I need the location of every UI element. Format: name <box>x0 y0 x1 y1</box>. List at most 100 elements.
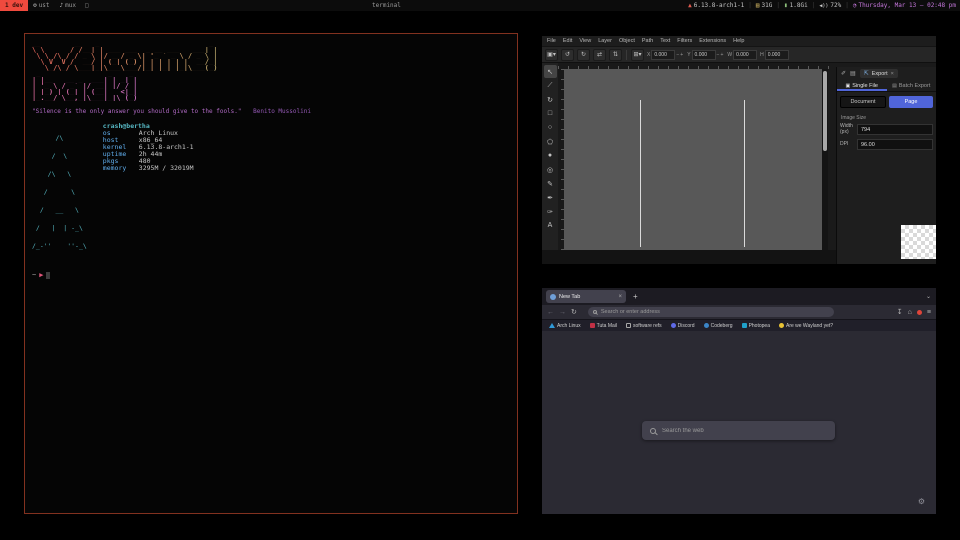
drawn-vertical-line[interactable] <box>744 100 745 247</box>
prompt-path: ~ <box>32 271 36 279</box>
forward-button[interactable]: → <box>559 309 566 316</box>
y-stepper[interactable]: −+ <box>717 52 725 58</box>
web-search-box[interactable] <box>642 421 835 440</box>
gear-icon: ⚙ <box>33 0 37 11</box>
web-search-input[interactable] <box>662 428 827 434</box>
prompt-arrow-icon: ▶ <box>39 271 43 279</box>
x-coordinate-field[interactable]: X 0.000 −+ <box>647 50 684 60</box>
downloads-icon[interactable]: ↧ <box>897 308 903 316</box>
drawn-vertical-line[interactable] <box>640 100 641 247</box>
newtab-settings-gear-icon[interactable]: ⚙ <box>918 497 925 506</box>
bookmark-folder-software-refs[interactable]: software refs <box>626 323 662 329</box>
volume-module: ◀)) 72% <box>819 2 841 9</box>
single-file-tab[interactable]: ▣ Single File <box>837 80 887 91</box>
bookmark-arch-linux[interactable]: Arch Linux <box>549 323 581 329</box>
rotate-ccw-button[interactable]: ↺ <box>561 49 574 61</box>
tool-node-icon[interactable]: ⟋ <box>544 79 557 92</box>
tool-pen-icon[interactable]: ✒ <box>544 191 557 204</box>
document-button[interactable]: Document <box>840 96 886 108</box>
inkscape-window: File Edit View Layer Object Path Text Fi… <box>542 36 936 264</box>
tool-select-icon[interactable]: ↖ <box>544 65 557 78</box>
close-icon[interactable]: × <box>891 71 894 77</box>
navbar-actions: ↧ ⌂ ≡ <box>897 308 931 316</box>
back-button[interactable]: ← <box>547 309 554 316</box>
bookmark-discord[interactable]: Discord <box>671 323 695 329</box>
export-width-label: Width (px) <box>840 124 854 135</box>
menu-path[interactable]: Path <box>642 38 653 44</box>
toolbox: ↖ ⟋ ↻ □ ○ ⬠ ● ◎ ✎ ✒ ✑ A <box>542 63 558 250</box>
height-field[interactable]: H 0.000 <box>760 50 789 60</box>
separator: | <box>776 2 780 9</box>
flip-vertical-button[interactable]: ⇅ <box>609 49 622 61</box>
reload-button[interactable]: ↻ <box>571 308 577 316</box>
bookmark-codeberg[interactable]: Codeberg <box>704 323 733 329</box>
select-mode-dropdown[interactable]: ▣▾ <box>545 49 558 61</box>
workspace-tag-ust[interactable]: ⚙ ust <box>28 0 54 11</box>
arch-ascii-logo: /\ / \ /\ \ / \ / __ \ / | | -_\ /_-'' '… <box>32 123 87 261</box>
tool-3dbox-icon[interactable]: ● <box>544 149 557 162</box>
menu-text[interactable]: Text <box>660 38 670 44</box>
tool-options-bar: ▣▾ ↺ ↻ ⇄ ⇅ ⊞▾ X 0.000 −+ Y 0.000 −+ W 0.… <box>542 46 936 63</box>
tab-new-tab[interactable]: New Tab × <box>546 290 626 303</box>
volume-level: 72% <box>830 2 841 9</box>
menu-object[interactable]: Object <box>619 38 635 44</box>
tool-rectangle-icon[interactable]: □ <box>544 107 557 120</box>
menu-help[interactable]: Help <box>733 38 744 44</box>
bookmark-photopea[interactable]: Photopea <box>742 323 770 329</box>
menu-edit[interactable]: Edit <box>563 38 572 44</box>
menu-layer[interactable]: Layer <box>598 38 612 44</box>
url-bar[interactable] <box>588 307 834 317</box>
canvas-vertical-scrollbar[interactable] <box>822 69 828 250</box>
dpi-row: DPI <box>837 137 936 152</box>
kernel-module: ▲ 6.13.8-arch1-1 <box>688 2 744 9</box>
export-width-input[interactable] <box>857 124 933 135</box>
scrollbar-thumb[interactable] <box>823 71 827 151</box>
tab-overflow-chevron-icon[interactable]: ⌄ <box>926 293 931 300</box>
workspace-tag-dev[interactable]: 1 dev <box>0 0 28 11</box>
layers-dock-icon[interactable]: ▤ <box>850 70 856 77</box>
tab-close-icon[interactable]: × <box>618 294 622 300</box>
layout-icon[interactable]: □ <box>85 2 89 9</box>
batch-export-tab[interactable]: ▤ Batch Export <box>887 80 937 91</box>
fetch-info: crash@bertha osArch Linux hostx86_64 ker… <box>103 123 194 261</box>
tool-calligraphy-icon[interactable]: ✑ <box>544 205 557 218</box>
flip-horizontal-button[interactable]: ⇄ <box>593 49 606 61</box>
extension-ublock-icon[interactable] <box>917 310 922 315</box>
workspace-tag-mux[interactable]: ♪ mux <box>55 0 81 11</box>
menu-filters[interactable]: Filters <box>677 38 692 44</box>
tool-zoom-icon[interactable]: ↻ <box>544 93 557 106</box>
terminal-window[interactable]: __ __ _ _ \ \ / /__| | ___ ___ _ __ ___ … <box>24 33 518 514</box>
home-icon[interactable]: ⌂ <box>908 309 912 316</box>
tool-pencil-icon[interactable]: ✎ <box>544 177 557 190</box>
y-coordinate-field[interactable]: Y 0.000 −+ <box>687 50 724 60</box>
focused-window-title: terminal <box>372 0 401 11</box>
tool-text-icon[interactable]: A <box>544 219 557 232</box>
menu-hamburger-icon[interactable]: ≡ <box>927 309 931 316</box>
scale-options-dropdown[interactable]: ⊞▾ <box>631 49 644 61</box>
pencil-dock-icon[interactable]: ✐ <box>841 70 846 77</box>
menu-view[interactable]: View <box>579 38 591 44</box>
export-dpi-input[interactable] <box>857 139 933 150</box>
tool-spiral-icon[interactable]: ◎ <box>544 163 557 176</box>
new-tab-button[interactable]: + <box>633 292 638 301</box>
width-field[interactable]: W 0.000 <box>727 50 757 60</box>
page-button[interactable]: Page <box>889 96 933 108</box>
fetch-block: /\ / \ /\ \ / \ / __ \ / | | -_\ /_-'' '… <box>32 123 517 261</box>
url-input[interactable] <box>601 309 829 315</box>
inkscape-canvas[interactable] <box>564 69 822 250</box>
menu-file[interactable]: File <box>547 38 556 44</box>
bookmark-are-we-wayland-yet[interactable]: Are we Wayland yet? <box>779 323 833 329</box>
tool-ellipse-icon[interactable]: ○ <box>544 121 557 134</box>
rotate-cw-button[interactable]: ↻ <box>577 49 590 61</box>
export-dock-tab[interactable]: ⇱ Export × <box>860 69 898 78</box>
tool-star-icon[interactable]: ⬠ <box>544 135 557 148</box>
bookmark-tuta-mail[interactable]: Tuta Mail <box>590 323 617 329</box>
x-stepper[interactable]: −+ <box>676 52 684 58</box>
single-file-icon: ▣ <box>846 83 851 89</box>
menu-extensions[interactable]: Extensions <box>699 38 726 44</box>
shell-prompt[interactable]: ~ ▶ <box>32 271 517 279</box>
banner-line: |_.__/ \__,_|\___|_|\_(_) <box>32 95 517 101</box>
separator: | <box>845 2 849 9</box>
terminal-cursor <box>46 272 50 279</box>
kernel-version: 6.13.8-arch1-1 <box>694 2 745 9</box>
